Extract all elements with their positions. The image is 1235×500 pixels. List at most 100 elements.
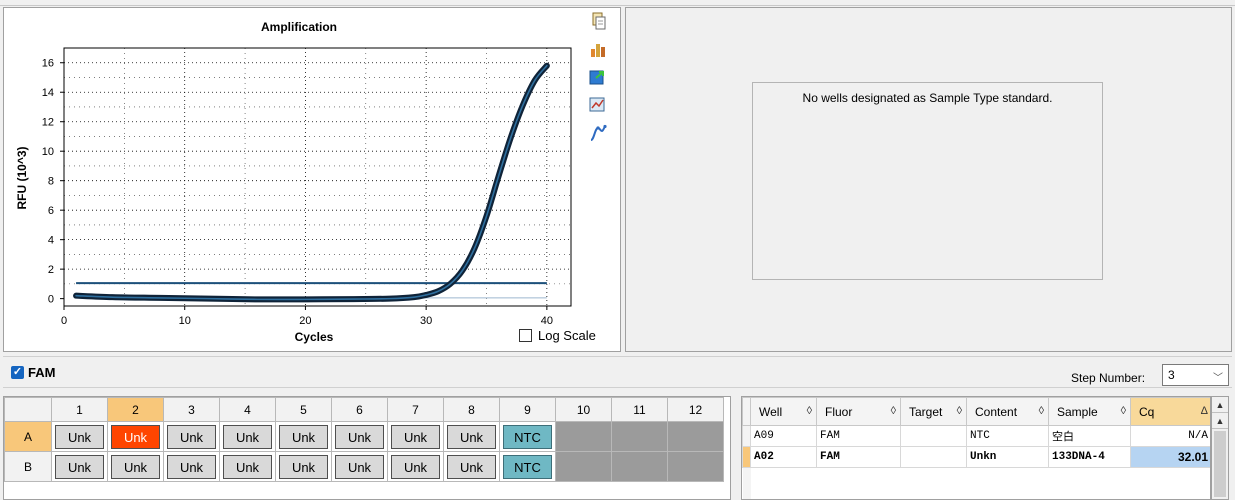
plate-well[interactable]: Unk <box>447 424 496 449</box>
plate-well-cell[interactable]: Unk <box>163 421 220 452</box>
plate-well-cell[interactable]: Unk <box>275 421 332 452</box>
zoom-icon[interactable] <box>589 96 607 114</box>
results-row-indicator-header <box>742 397 751 426</box>
plate-well-cell[interactable]: Unk <box>443 451 500 482</box>
plate-well-empty[interactable] <box>555 451 612 482</box>
results-scrollbar[interactable]: ▲ ▲ <box>1211 396 1229 500</box>
scrollbar-thumb[interactable] <box>1214 431 1226 497</box>
plate-well[interactable]: Unk <box>335 424 384 449</box>
plate-row-header[interactable]: B <box>4 451 52 482</box>
plate-column-header[interactable]: 2 <box>107 397 164 422</box>
plate-well[interactable]: Unk <box>55 424 104 449</box>
amplification-chart[interactable]: Amplification 0 10 20 30 40 0 2 4 6 8 10 12 14 16 Cyc… <box>4 8 622 353</box>
plate-well[interactable]: Unk <box>447 454 496 479</box>
plate-well-empty[interactable] <box>555 421 612 452</box>
plate-well-empty[interactable] <box>611 421 668 452</box>
column-header-fluor[interactable]: Fluor ◊ <box>816 397 901 426</box>
plate-well[interactable]: NTC <box>503 424 552 449</box>
plate-well[interactable]: Unk <box>279 454 328 479</box>
plate-column-header[interactable]: 5 <box>275 397 332 422</box>
plate-well-cell[interactable]: Unk <box>443 421 500 452</box>
plate-well[interactable]: Unk <box>279 424 328 449</box>
column-header-content[interactable]: Content ◊ <box>966 397 1049 426</box>
plate-well[interactable]: Unk <box>55 454 104 479</box>
plate-well-cell[interactable]: Unk <box>163 451 220 482</box>
y-tick-label: 12 <box>42 117 54 129</box>
sort-icon[interactable]: ◊ <box>807 405 812 417</box>
table-row[interactable]: A09 FAM NTC 空白 N/A <box>742 425 1210 447</box>
plate-select-all-corner[interactable] <box>4 397 52 422</box>
plate-column-header[interactable]: 12 <box>667 397 724 422</box>
column-header-sample[interactable]: Sample ◊ <box>1048 397 1131 426</box>
plate-well-cell[interactable]: Unk <box>219 421 276 452</box>
plate-well-cell[interactable]: Unk <box>331 451 388 482</box>
log-scale-checkbox[interactable] <box>519 329 532 342</box>
cell-empty <box>817 489 901 500</box>
plate-row-header[interactable]: A <box>4 421 52 452</box>
plate-column-header[interactable]: 1 <box>51 397 108 422</box>
column-header-target[interactable]: Target ◊ <box>900 397 967 426</box>
scroll-up-icon[interactable]: ▲ <box>1212 413 1228 429</box>
plate-well[interactable]: Unk <box>391 454 440 479</box>
cell-empty <box>817 468 901 489</box>
plate-column-header[interactable]: 6 <box>331 397 388 422</box>
plate-well[interactable]: Unk <box>223 424 272 449</box>
plate-well[interactable]: Unk <box>335 454 384 479</box>
row-indicator <box>742 446 751 468</box>
plate-column-header[interactable]: 3 <box>163 397 220 422</box>
plate-well[interactable]: NTC <box>503 454 552 479</box>
column-header-cq[interactable]: Cq Δ <box>1130 397 1210 426</box>
plate-well[interactable]: Unk <box>111 454 160 479</box>
plate-column-header[interactable]: 7 <box>387 397 444 422</box>
scroll-top-icon[interactable]: ▲ <box>1212 397 1228 413</box>
plate-column-header[interactable]: 10 <box>555 397 612 422</box>
curve-icon[interactable] <box>589 124 607 142</box>
step-number-select[interactable]: 3 ﹀ <box>1162 364 1229 386</box>
plate-well-cell[interactable]: Unk <box>51 421 108 452</box>
plate-well-cell[interactable]: Unk <box>219 451 276 482</box>
plate-well[interactable]: Unk <box>167 424 216 449</box>
sort-ascending-icon[interactable]: Δ <box>1201 405 1208 417</box>
plate-well-empty[interactable] <box>611 451 668 482</box>
log-scale-toggle[interactable]: Log Scale <box>519 328 596 343</box>
plate-well-cell[interactable]: Unk <box>387 451 444 482</box>
chart-properties-icon[interactable] <box>589 40 607 58</box>
plate-well-cell[interactable]: Unk <box>107 421 164 452</box>
results-table-panel: Well ◊ Fluor ◊ Target ◊ Content ◊ Sample ◊ Cq Δ A09 F… <box>741 396 1211 500</box>
export-icon[interactable] <box>589 68 607 86</box>
plate-well-empty[interactable] <box>667 451 724 482</box>
column-header-label: Well <box>759 404 783 419</box>
plate-column-header[interactable]: 9 <box>499 397 556 422</box>
standard-curve-box: No wells designated as Sample Type stand… <box>752 82 1103 280</box>
column-header-well[interactable]: Well ◊ <box>750 397 817 426</box>
plate-well[interactable]: Unk <box>167 454 216 479</box>
sort-icon[interactable]: ◊ <box>957 405 962 417</box>
plate-well[interactable]: Unk <box>391 424 440 449</box>
copy-icon[interactable] <box>589 12 607 30</box>
y-tick-label: 16 <box>42 58 54 70</box>
plate-well-cell[interactable]: NTC <box>499 451 556 482</box>
sort-icon[interactable]: ◊ <box>1039 405 1044 417</box>
plate-well-cell[interactable]: Unk <box>331 421 388 452</box>
sort-icon[interactable]: ◊ <box>891 405 896 417</box>
step-number-label: Step Number: <box>1071 371 1146 385</box>
plate-well-cell[interactable]: Unk <box>107 451 164 482</box>
plate-well-cell[interactable]: NTC <box>499 421 556 452</box>
results-header-row: Well ◊ Fluor ◊ Target ◊ Content ◊ Sample ◊ Cq Δ <box>742 397 1210 426</box>
plate-column-header[interactable]: 11 <box>611 397 668 422</box>
plate-well-cell[interactable]: Unk <box>51 451 108 482</box>
plate-well-cell[interactable]: Unk <box>387 421 444 452</box>
chart-toolbar <box>587 12 613 152</box>
plate-column-header[interactable]: 4 <box>219 397 276 422</box>
sort-icon[interactable]: ◊ <box>1121 405 1126 417</box>
log-scale-label: Log Scale <box>538 328 596 343</box>
plate-well[interactable]: Unk <box>111 424 160 449</box>
amplification-curve <box>75 64 548 301</box>
table-row[interactable]: A02 FAM Unkn 133DNA-4 32.01 <box>742 446 1210 468</box>
plate-well-empty[interactable] <box>667 421 724 452</box>
fam-checkbox[interactable]: ✓ <box>11 366 24 379</box>
plate-column-header[interactable]: 8 <box>443 397 500 422</box>
plate-well-cell[interactable]: Unk <box>275 451 332 482</box>
y-tick-label: 0 <box>48 294 54 306</box>
plate-well[interactable]: Unk <box>223 454 272 479</box>
